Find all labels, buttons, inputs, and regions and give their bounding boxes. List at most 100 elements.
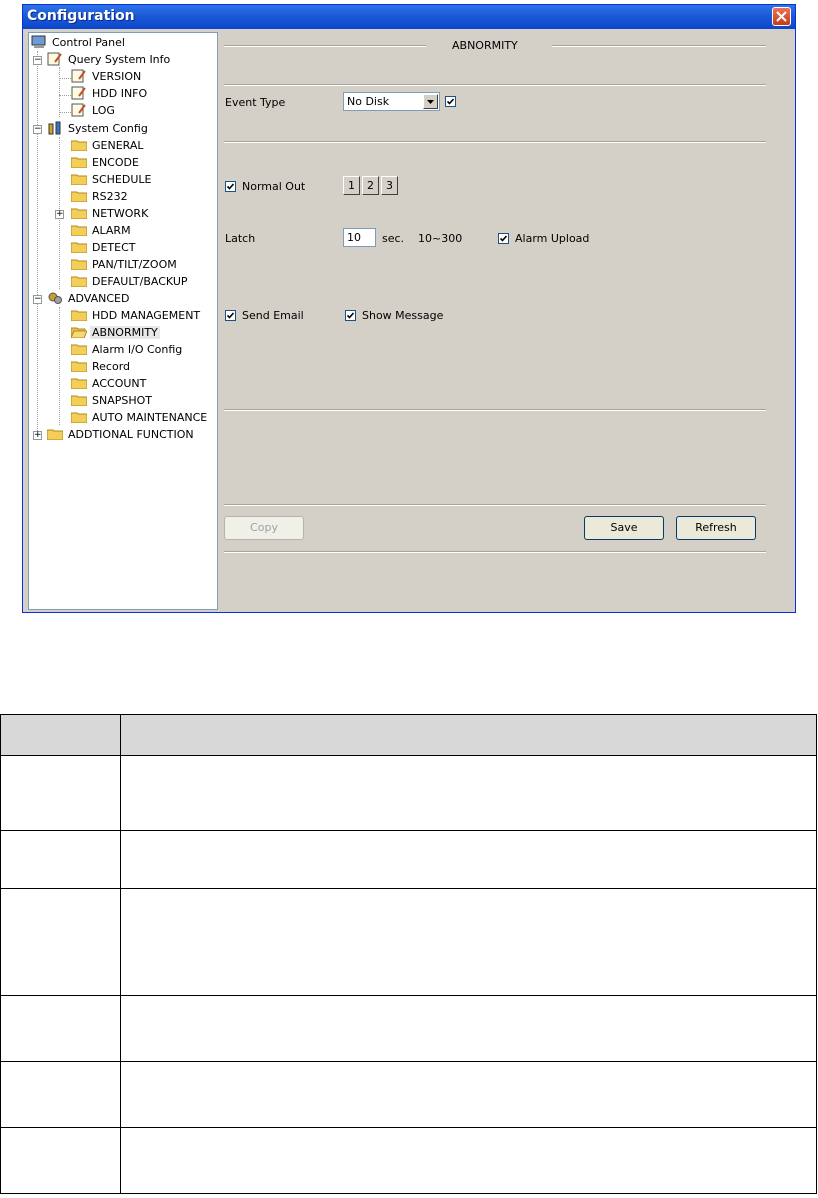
table-cell (0, 755, 121, 831)
folder-icon (71, 208, 87, 219)
tree-item-system-config[interactable]: System Config (47, 120, 150, 137)
check-icon (227, 312, 234, 319)
close-icon (776, 11, 787, 22)
folder-icon (71, 242, 87, 253)
latch-range: 10~300 (418, 232, 463, 245)
tree-item-default-backup[interactable]: DEFAULT/BACKUP (71, 273, 190, 290)
send-email-label: Send Email (242, 309, 304, 322)
expand-toggle[interactable]: + (33, 431, 42, 440)
tree-line (59, 112, 71, 113)
divider (224, 84, 766, 86)
check-icon (500, 235, 507, 242)
save-button[interactable]: Save (584, 516, 664, 540)
tree-item-hdd-management[interactable]: HDD MANAGEMENT (71, 307, 202, 324)
table-header-cell (0, 714, 121, 756)
table-header-row (0, 714, 817, 756)
collapse-toggle[interactable]: − (33, 295, 42, 304)
tree-line (59, 78, 71, 79)
table-cell (120, 1061, 817, 1128)
table-cell (120, 995, 817, 1062)
table-row (0, 888, 817, 996)
latch-unit: sec. (382, 232, 405, 245)
latch-input[interactable] (344, 231, 375, 244)
tree-item-abnormity[interactable]: ABNORMITY (71, 324, 160, 341)
folder-icon (71, 310, 87, 321)
event-type-value: No Disk (347, 95, 390, 108)
tree-item-hdd-info[interactable]: HDD INFO (71, 85, 149, 102)
table-row (0, 1061, 817, 1128)
output-3-button[interactable]: 3 (381, 176, 398, 195)
tree-item-rs232[interactable]: RS232 (71, 188, 130, 205)
notepad-icon (47, 52, 62, 66)
tree-item-version[interactable]: VERSION (71, 68, 143, 85)
tree-item-alarm[interactable]: ALARM (71, 222, 133, 239)
tree-item-addtional-function[interactable]: ADDTIONAL FUNCTION (47, 426, 196, 443)
table-cell (120, 755, 817, 831)
output-2-button[interactable]: 2 (362, 176, 379, 195)
tree-item-network[interactable]: NETWORK (71, 205, 150, 222)
alarm-upload-checkbox[interactable] (498, 233, 509, 244)
divider (224, 409, 766, 411)
table-cell (0, 995, 121, 1062)
notepad-icon (71, 69, 86, 83)
table-cell (0, 1127, 121, 1194)
folder-icon (71, 157, 87, 168)
table-cell (0, 888, 121, 996)
table-row (0, 755, 817, 831)
tree-item-encode[interactable]: ENCODE (71, 154, 141, 171)
copy-button[interactable]: Copy (224, 516, 304, 540)
config-tree[interactable]: Control Panel − Query System Info VERSIO… (28, 32, 218, 610)
table-cell (0, 830, 121, 889)
abnormity-panel: ABNORMITY Event Type No Disk Normal Out … (222, 30, 792, 609)
tree-item-detect[interactable]: DETECT (71, 239, 138, 256)
tree-line (59, 67, 60, 117)
event-type-select[interactable]: No Disk (343, 92, 440, 111)
output-1-button[interactable]: 1 (343, 176, 360, 195)
alarm-upload-label: Alarm Upload (515, 232, 590, 245)
divider (224, 141, 766, 143)
dialog-client-area: Control Panel − Query System Info VERSIO… (26, 30, 792, 610)
table-cell (120, 1127, 817, 1194)
folder-icon (71, 140, 87, 151)
computer-icon (31, 35, 46, 48)
tree-item-account[interactable]: ACCOUNT (71, 375, 148, 392)
tree-item-snapshot[interactable]: SNAPSHOT (71, 392, 154, 409)
latch-input-box[interactable] (343, 228, 376, 247)
dropdown-arrow[interactable] (423, 94, 438, 109)
tree-item-advanced[interactable]: ADVANCED (47, 290, 131, 307)
folder-icon (71, 344, 87, 355)
tree-item-log[interactable]: LOG (71, 102, 117, 119)
title-bar[interactable]: Configuration (23, 5, 795, 29)
refresh-button[interactable]: Refresh (676, 516, 756, 540)
tree-item-query-system-info[interactable]: Query System Info (47, 51, 172, 68)
tree-item-control-panel[interactable]: Control Panel (31, 34, 127, 51)
expand-toggle[interactable]: + (55, 210, 64, 219)
tree-item-alarm-io-config[interactable]: Alarm I/O Config (71, 341, 184, 358)
tree-item-auto-maintenance[interactable]: AUTO MAINTENANCE (71, 409, 209, 426)
folder-icon (71, 361, 87, 372)
tree-item-schedule[interactable]: SCHEDULE (71, 171, 154, 188)
event-type-label: Event Type (225, 96, 286, 109)
tree-item-pan-tilt-zoom[interactable]: PAN/TILT/ZOOM (71, 256, 179, 273)
show-message-checkbox[interactable] (345, 310, 356, 321)
collapse-toggle[interactable]: − (33, 125, 42, 134)
folder-icon (71, 395, 87, 406)
folder-icon (47, 429, 63, 440)
table-cell (120, 888, 817, 996)
normal-out-checkbox[interactable] (225, 181, 236, 192)
send-email-checkbox[interactable] (225, 310, 236, 321)
notepad-icon (71, 86, 86, 100)
tree-item-record[interactable]: Record (71, 358, 132, 375)
event-enable-checkbox[interactable] (445, 96, 456, 107)
show-message-label: Show Message (362, 309, 444, 322)
tree-line (37, 51, 38, 433)
table-cell (120, 830, 817, 889)
table-header-cell (120, 714, 817, 756)
gears-icon (48, 292, 62, 304)
tree-item-general[interactable]: GENERAL (71, 137, 146, 154)
collapse-toggle[interactable]: − (33, 56, 42, 65)
tree-line (59, 307, 60, 425)
tree-line (59, 95, 71, 96)
folder-icon (71, 412, 87, 423)
close-button[interactable] (772, 7, 791, 26)
